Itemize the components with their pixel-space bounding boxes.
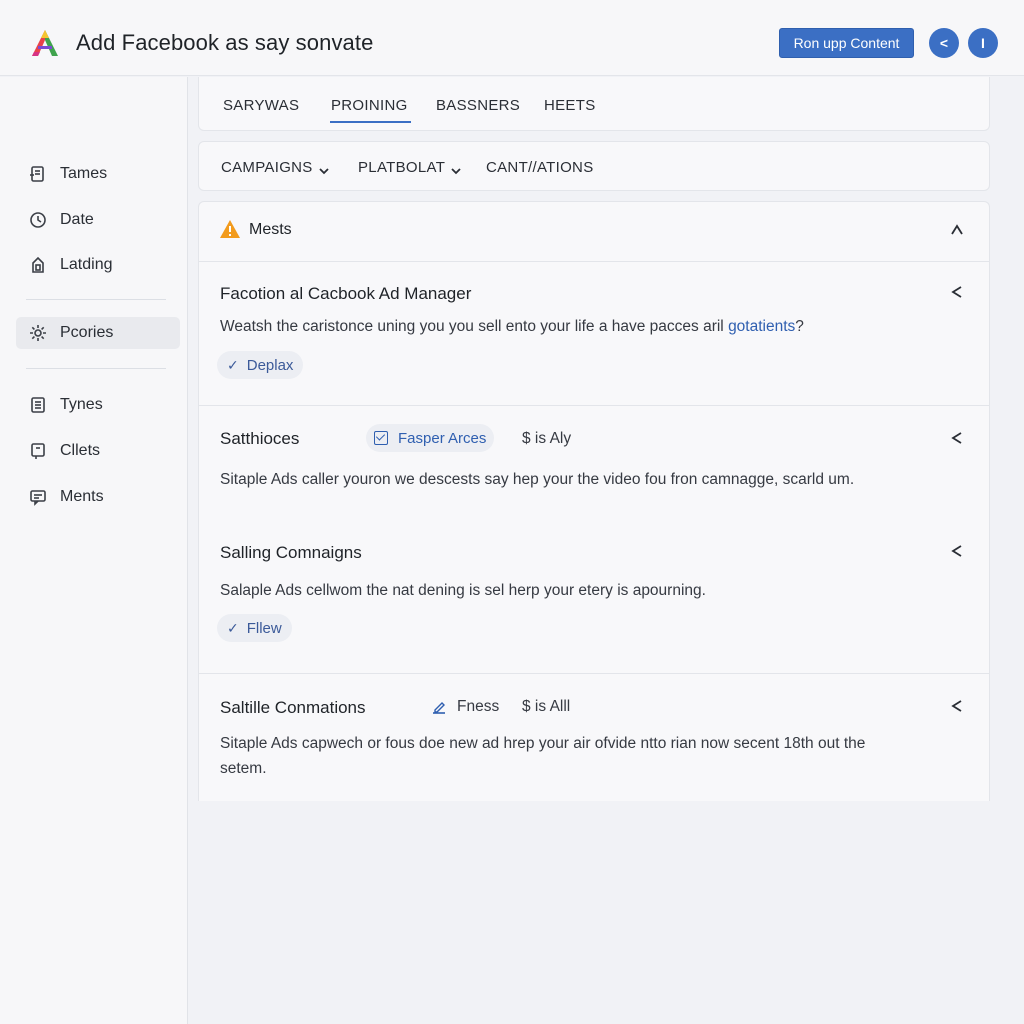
- fasper-arces-tag[interactable]: Fasper Arces: [366, 424, 495, 452]
- info-glyph: I: [981, 35, 985, 51]
- collapse-icon[interactable]: [949, 698, 965, 714]
- active-tab-indicator: [330, 121, 411, 123]
- description-end: ?: [795, 318, 804, 335]
- filter-bar: CAMPAIGNS PLATBOLAT CANT//ATIONS: [198, 141, 990, 191]
- message-icon: [28, 487, 48, 507]
- sidebar-item-label: Ments: [60, 488, 104, 505]
- sidebar-item-pcories[interactable]: Pcories: [16, 317, 180, 349]
- tab-bassners[interactable]: BASSNERS: [436, 97, 520, 114]
- collapse-icon[interactable]: [949, 543, 965, 559]
- tab-sarywas[interactable]: SARYWAS: [223, 97, 299, 114]
- page-icon: [28, 441, 48, 461]
- cantations-filter[interactable]: CANT//ATIONS: [486, 159, 594, 176]
- chip-label: Deplax: [246, 356, 294, 374]
- chevron-up-icon[interactable]: [949, 222, 965, 238]
- section-title: Facotion al Cacbook Ad Manager: [220, 284, 472, 303]
- sidebar-item-label: Pcories: [60, 324, 114, 341]
- sidebar-item-cllets[interactable]: Cllets: [16, 435, 180, 467]
- lock-icon: [28, 255, 48, 275]
- tabs-bar: SARYWAS PROINING BASSNERS HEETS: [198, 77, 990, 131]
- campaigns-dropdown[interactable]: CAMPAIGNS: [221, 159, 329, 176]
- section-description: Sitaple Ads capwech or fous doe new ad h…: [220, 735, 866, 777]
- row-divider: [199, 405, 989, 406]
- price-meta: $ is Alll: [522, 698, 571, 715]
- filter-label: PLATBOLAT: [358, 159, 446, 176]
- chip-label: Fllew: [246, 619, 282, 637]
- sidebar-item-ments[interactable]: Ments: [16, 481, 180, 513]
- row-divider: [199, 673, 989, 674]
- collapse-icon[interactable]: [949, 284, 965, 300]
- tag-label: Fness: [457, 698, 500, 715]
- deplax-chip[interactable]: ✓ Deplax: [217, 351, 304, 379]
- sidebar-item-label: Latding: [60, 256, 113, 273]
- tab-heets[interactable]: HEETS: [544, 97, 596, 114]
- tag-label: Fasper Arces: [398, 429, 487, 447]
- run-content-button[interactable]: Ron upp Content: [779, 28, 914, 58]
- sidebar-item-latding[interactable]: Latding: [16, 249, 180, 281]
- chevron-down-icon: [318, 163, 329, 174]
- section-title: Saltille Conmations: [220, 698, 366, 717]
- platbolat-dropdown[interactable]: PLATBOLAT: [358, 159, 461, 176]
- section-description: Weatsh the caristonce uning you you sell…: [220, 314, 960, 339]
- section-description: Sitaple Ads caller youron we descests sa…: [220, 471, 855, 488]
- sidebar-item-label: Tynes: [60, 396, 103, 413]
- description-link[interactable]: gotatients: [728, 318, 795, 335]
- gear-icon: [28, 323, 48, 343]
- page-title: Add Facebook as say sonvate: [76, 30, 374, 55]
- section-title: Salling Comnaigns: [220, 543, 362, 562]
- checkmark-icon: ✓: [227, 356, 239, 373]
- sidebar-divider: [26, 299, 166, 300]
- warning-icon: [220, 220, 240, 238]
- app-logo-icon: [32, 30, 58, 56]
- sidebar-item-label: Tames: [60, 165, 108, 182]
- info-icon[interactable]: I: [968, 28, 998, 58]
- sidebar-divider: [26, 368, 166, 369]
- description-text: Weatsh the caristonce uning you you sell…: [220, 318, 729, 335]
- back-glyph: <: [939, 35, 949, 51]
- app-header: Add Facebook as say sonvate Ron upp Cont…: [0, 0, 1024, 76]
- sidebar-item-label: Cllets: [60, 442, 101, 459]
- list-icon: [28, 395, 48, 415]
- chevron-left-icon[interactable]: <: [929, 28, 959, 58]
- row-divider: [199, 261, 989, 262]
- collapse-icon[interactable]: [949, 430, 965, 446]
- section-description: Salaple Ads cellwom the nat dening is se…: [220, 582, 706, 599]
- edit-icon: [433, 702, 445, 714]
- chevron-down-icon: [451, 163, 461, 174]
- sidebar: Tames Date Latding Pcories Tynes Cllets: [0, 77, 188, 1024]
- filter-label: CANT//ATIONS: [486, 159, 594, 176]
- alert-label: Mests: [249, 221, 292, 238]
- sidebar-item-date[interactable]: Date: [16, 204, 180, 236]
- checkbox-icon: [374, 431, 398, 445]
- checkmark-icon: ✓: [227, 619, 239, 636]
- filter-label: CAMPAIGNS: [221, 159, 313, 176]
- sidebar-item-label: Date: [60, 211, 94, 228]
- clock-icon: [28, 210, 48, 230]
- document-list-icon: [28, 164, 48, 184]
- section-title: Satthioces: [220, 429, 300, 448]
- fness-tag[interactable]: Fness: [431, 698, 499, 716]
- fllew-chip[interactable]: ✓ Fllew: [217, 614, 292, 642]
- sidebar-item-tynes[interactable]: Tynes: [16, 389, 180, 421]
- price-meta: $ is Aly: [522, 430, 572, 447]
- sidebar-item-tames[interactable]: Tames: [16, 158, 180, 190]
- tab-proining[interactable]: PROINING: [331, 97, 408, 114]
